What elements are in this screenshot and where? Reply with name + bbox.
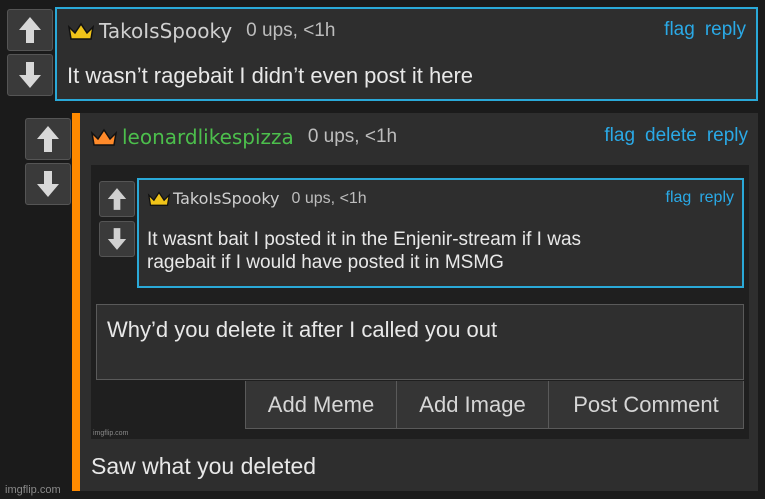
- reply-toolbar: Add Meme Add Image Post Comment: [245, 381, 744, 429]
- upvote-arrow-icon: [107, 188, 127, 210]
- self-comment-marker: [72, 113, 80, 491]
- username-link[interactable]: leonardlikespizza: [122, 125, 294, 149]
- delete-link[interactable]: delete: [645, 125, 697, 147]
- downvote-arrow-icon: [107, 228, 127, 250]
- quoted-comment: TakoIsSpooky 0 ups, <1h flag reply It wa…: [137, 178, 744, 288]
- downvote-arrow-icon: [37, 171, 59, 197]
- comment-meta: leonardlikespizza 0 ups, <1h: [90, 125, 397, 149]
- add-image-button[interactable]: Add Image: [397, 381, 549, 429]
- comment-actions: flag reply: [664, 19, 746, 41]
- flag-link[interactable]: flag: [664, 19, 695, 41]
- reply-link[interactable]: reply: [705, 19, 746, 41]
- vote-column: [99, 181, 135, 257]
- comment-actions: flag delete reply: [604, 125, 748, 147]
- flag-link[interactable]: flag: [604, 125, 635, 147]
- comment-meta: TakoIsSpooky 0 ups, <1h: [147, 189, 367, 208]
- upvote-arrow-icon: [19, 17, 41, 43]
- vote-column: [25, 118, 71, 205]
- comment-text: It wasn’t ragebait I didn’t even post it…: [67, 63, 474, 88]
- downvote-button[interactable]: [99, 221, 135, 257]
- downvote-button[interactable]: [7, 54, 53, 96]
- upvote-button[interactable]: [7, 9, 53, 51]
- comment-text: It wasnt bait I posted it in the Enjenir…: [147, 228, 581, 274]
- username-link[interactable]: TakoIsSpooky: [173, 189, 280, 208]
- flag-link[interactable]: flag: [666, 189, 692, 207]
- upvote-button[interactable]: [25, 118, 71, 160]
- vote-count: 0 ups, <1h: [246, 20, 336, 41]
- comment-text: Saw what you deleted: [91, 453, 317, 479]
- comment-actions: flag reply: [666, 189, 734, 207]
- reply-link[interactable]: reply: [699, 189, 734, 207]
- downvote-button[interactable]: [25, 163, 71, 205]
- upvote-button[interactable]: [99, 181, 135, 217]
- watermark: imgflip.com: [93, 430, 129, 437]
- comment-text-line: ragebait if I would have posted it in MS…: [147, 252, 504, 274]
- add-meme-button[interactable]: Add Meme: [245, 381, 397, 429]
- crown-icon: [147, 190, 171, 207]
- watermark: imgflip.com: [5, 484, 61, 496]
- vote-count: 0 ups, <1h: [291, 189, 367, 207]
- crown-icon: [90, 127, 118, 147]
- downvote-arrow-icon: [19, 62, 41, 88]
- post-comment-button[interactable]: Post Comment: [549, 381, 744, 429]
- comment-meta: TakoIsSpooky 0 ups, <1h: [67, 19, 335, 43]
- upvote-arrow-icon: [37, 126, 59, 152]
- vote-count: 0 ups, <1h: [307, 126, 398, 147]
- reply-textarea[interactable]: Why’d you delete it after I called you o…: [96, 304, 744, 380]
- comment: TakoIsSpooky 0 ups, <1h flag reply It wa…: [55, 7, 758, 101]
- comment-text-line: It wasnt bait I posted it in the Enjenir…: [147, 229, 582, 250]
- reply-link[interactable]: reply: [707, 125, 748, 147]
- username-link[interactable]: TakoIsSpooky: [99, 19, 232, 43]
- vote-column: [7, 9, 53, 96]
- crown-icon: [67, 21, 95, 41]
